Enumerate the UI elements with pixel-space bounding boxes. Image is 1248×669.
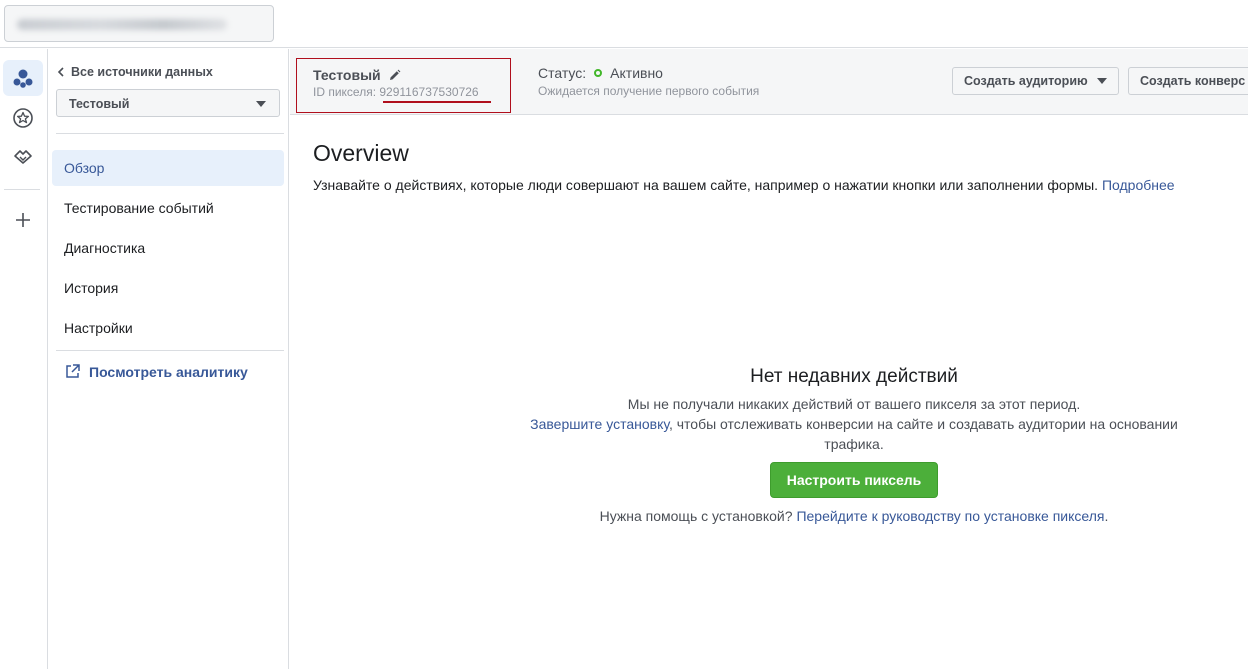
help-text: Нужна помощь с установкой? Перейдите к р…: [510, 508, 1198, 524]
events-manager-icon[interactable]: [3, 60, 43, 96]
pixel-id: ID пикселя: 929116737530726: [313, 85, 479, 99]
pixel-info-highlight: Тестовый ID пикселя: 929116737530726: [296, 58, 511, 113]
empty-state: Нет недавних действий Мы не получали ник…: [510, 366, 1198, 524]
empty-state-line: Мы не получали никаких действий от вашег…: [627, 396, 1081, 412]
create-audience-label: Создать аудиторию: [964, 74, 1088, 88]
nav-item-label: История: [64, 280, 119, 296]
pixel-id-value: 929116737530726: [379, 85, 479, 99]
back-link-label: Все источники данных: [71, 65, 213, 79]
pencil-icon[interactable]: [388, 69, 401, 82]
nav-item-label: Тестирование событий: [64, 200, 214, 216]
create-conversion-label: Создать конверс: [1140, 74, 1246, 88]
nav-divider: [56, 133, 284, 134]
left-nav: Все источники данных Тестовый Обзор Тест…: [48, 49, 289, 669]
pixel-header: Тестовый ID пикселя: 929116737530726 Ста…: [290, 49, 1248, 115]
status-subtext: Ожидается получение первого события: [538, 84, 760, 98]
pixel-id-underline: [383, 101, 491, 103]
back-to-all-sources-link[interactable]: Все источники данных: [57, 65, 213, 79]
main-content: Overview Узнавайте о действиях, которые …: [290, 116, 1248, 669]
empty-state-title: Нет недавних действий: [750, 366, 958, 387]
data-source-select[interactable]: Тестовый: [56, 89, 280, 117]
description-text: Узнавайте о действиях, которые люди сове…: [313, 177, 1099, 193]
pixel-name: Тестовый: [313, 67, 401, 83]
icon-rail: [0, 49, 48, 669]
nav-item-label: Обзор: [64, 160, 105, 176]
nav-item-label: Диагностика: [64, 240, 146, 256]
chevron-left-icon: [57, 67, 64, 77]
nav-item-settings[interactable]: Настройки: [52, 310, 284, 346]
nav-item-label: Настройки: [64, 320, 133, 336]
nav-item-diagnostics[interactable]: Диагностика: [52, 230, 284, 266]
create-conversion-button[interactable]: Создать конверс: [1128, 67, 1248, 95]
blurred-account-name: [17, 19, 227, 30]
page-description: Узнавайте о действиях, которые люди сове…: [313, 177, 1175, 193]
nav-item-test-events[interactable]: Тестирование событий: [52, 190, 284, 226]
caret-down-icon: [256, 101, 266, 107]
external-link-icon: [66, 364, 80, 378]
setup-pixel-button[interactable]: Настроить пиксель: [769, 462, 939, 498]
data-source-selected: Тестовый: [69, 97, 130, 111]
pixel-setup-guide-link[interactable]: Перейдите к руководству по установке пик…: [796, 508, 1104, 524]
caret-down-icon: [1096, 78, 1107, 84]
status-label: Статус:: [538, 65, 587, 81]
view-analytics-label: Посмотреть аналитику: [89, 363, 248, 380]
pixel-id-label: ID пикселя:: [313, 85, 377, 99]
partners-icon[interactable]: [3, 139, 43, 175]
help-question: Нужна помощь с установкой?: [599, 508, 793, 524]
plus-icon[interactable]: [3, 202, 43, 238]
empty-state-line: , чтобы отслеживать конверсии на сайте и…: [668, 416, 1178, 452]
pixel-name-text: Тестовый: [313, 67, 381, 83]
status-active-icon: [594, 69, 603, 77]
status-value: Активно: [610, 65, 663, 81]
create-audience-button[interactable]: Создать аудиторию: [952, 67, 1119, 95]
nav-item-history[interactable]: История: [52, 270, 284, 306]
rail-divider: [4, 189, 40, 190]
page-title: Overview: [313, 140, 409, 166]
view-analytics-link[interactable]: Посмотреть аналитику: [64, 363, 248, 380]
help-period: .: [1104, 508, 1109, 524]
nav-divider: [56, 350, 284, 351]
status-block: Статус: Активно Ожидается получение перв…: [538, 65, 759, 98]
star-icon[interactable]: [3, 100, 43, 136]
nav-item-overview[interactable]: Обзор: [52, 150, 284, 186]
empty-state-text: Мы не получали никаких действий от вашег…: [510, 394, 1198, 454]
learn-more-link[interactable]: Подробнее: [1102, 177, 1175, 193]
account-selector[interactable]: [4, 5, 274, 42]
finish-setup-link[interactable]: Завершите установку: [530, 416, 669, 432]
top-bar: [0, 0, 1248, 48]
